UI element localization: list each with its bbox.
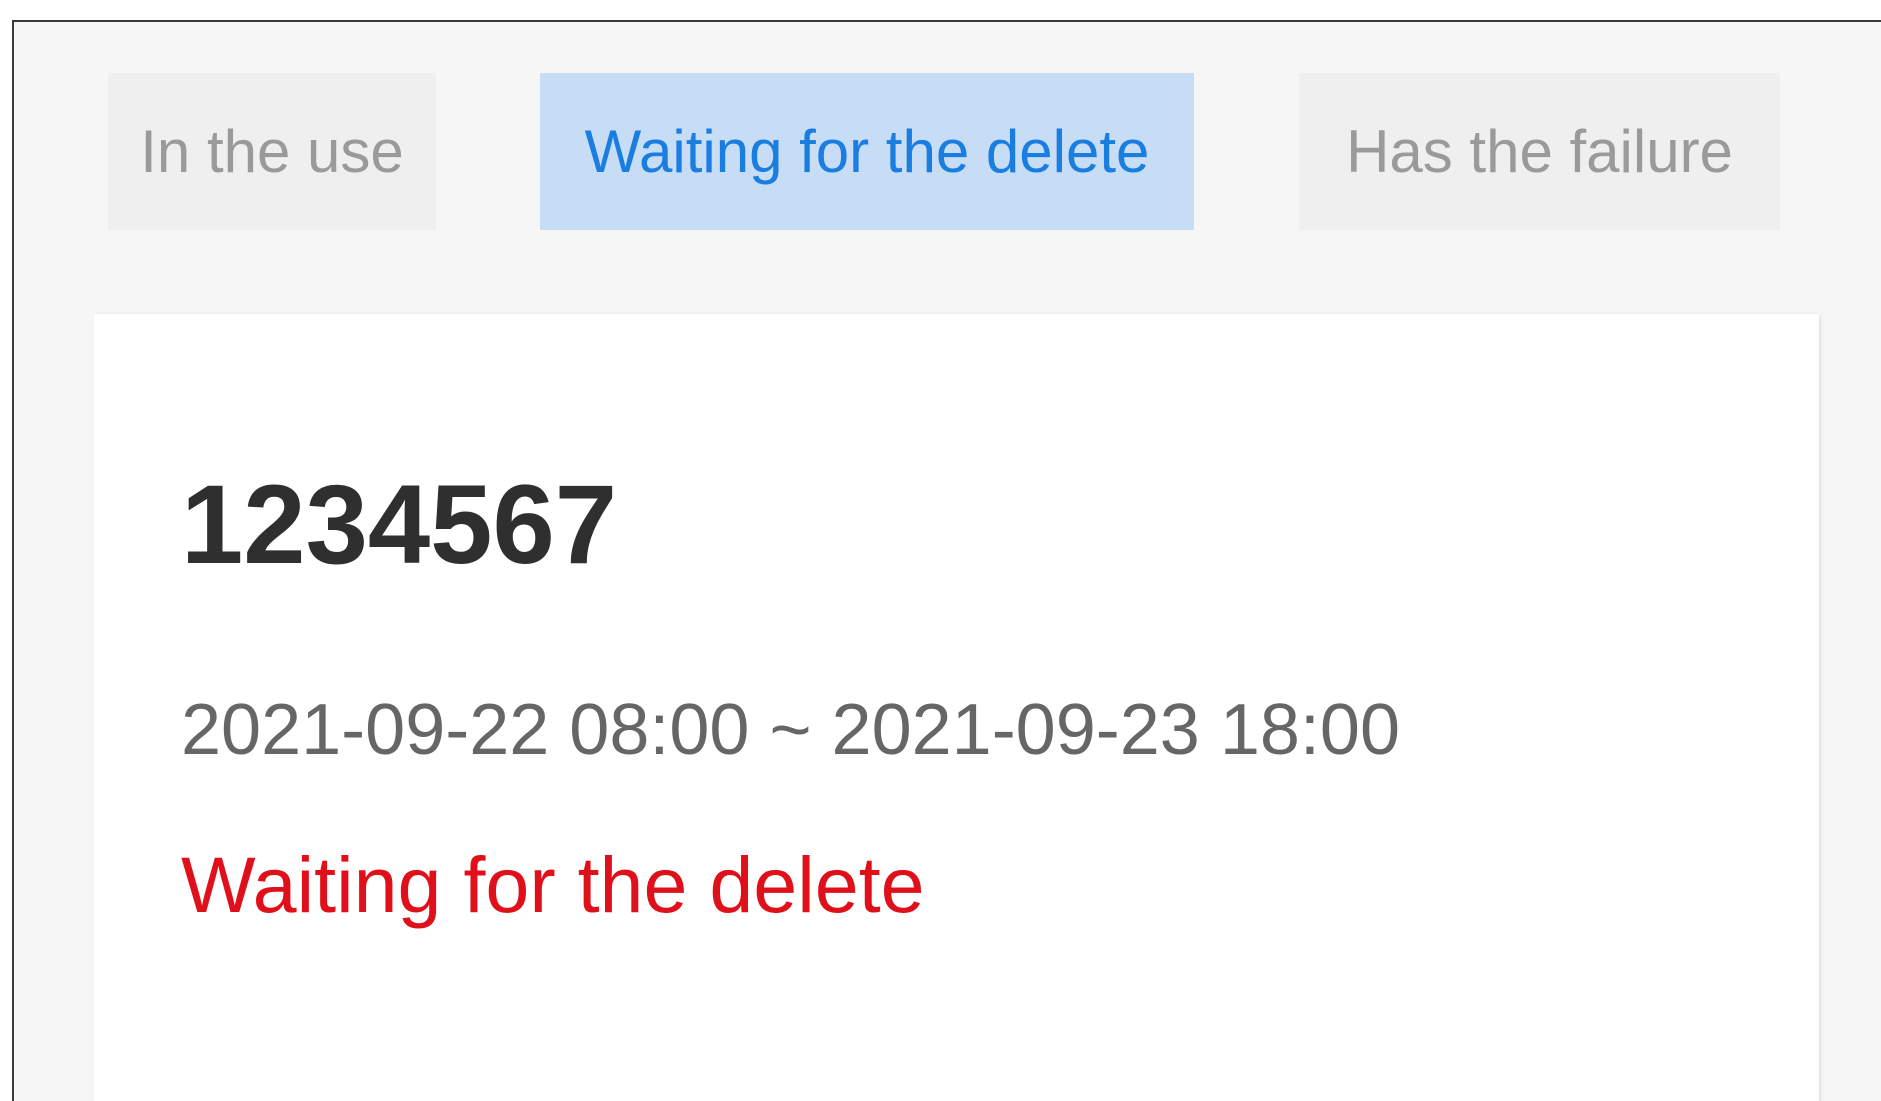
record-status: Waiting for the delete bbox=[181, 840, 925, 929]
tab-in-use[interactable]: In the use bbox=[108, 73, 436, 230]
tab-has-failure[interactable]: Has the failure bbox=[1299, 73, 1780, 230]
app-screen: In the use Waiting for the delete Has th… bbox=[12, 20, 1881, 1101]
record-time-range: 2021-09-22 08:00 ~ 2021-09-23 18:00 bbox=[181, 690, 1401, 770]
record-id: 1234567 bbox=[181, 462, 618, 587]
tab-waiting-for-delete[interactable]: Waiting for the delete bbox=[540, 73, 1194, 230]
record-card[interactable]: 1234567 2021-09-22 08:00 ~ 2021-09-23 18… bbox=[94, 314, 1819, 1101]
